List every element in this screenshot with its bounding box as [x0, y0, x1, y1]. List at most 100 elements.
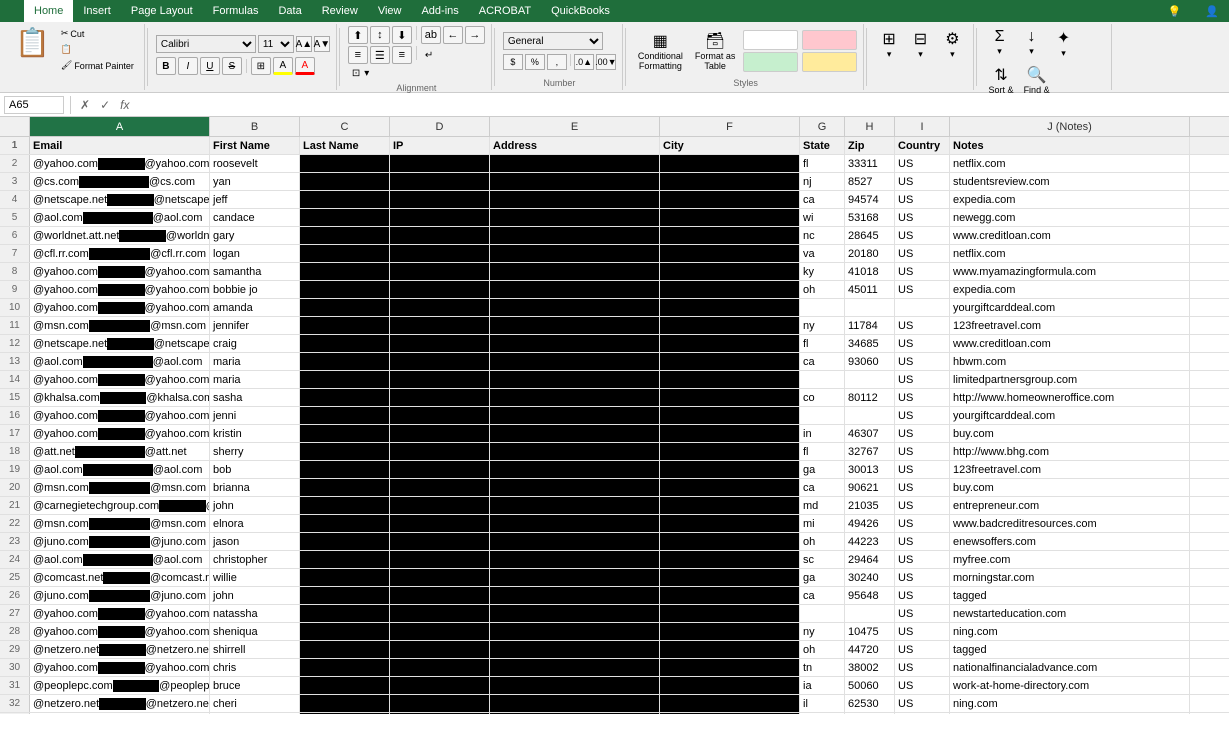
- cell[interactable]: 45011: [845, 281, 895, 298]
- cell[interactable]: [490, 173, 660, 190]
- cell[interactable]: ny: [800, 317, 845, 334]
- cell[interactable]: [300, 515, 390, 532]
- cell[interactable]: US: [895, 389, 950, 406]
- cell[interactable]: [300, 497, 390, 514]
- cell[interactable]: [300, 353, 390, 370]
- menu-insert[interactable]: Insert: [73, 0, 121, 22]
- cell[interactable]: [660, 479, 800, 496]
- cell[interactable]: [490, 281, 660, 298]
- col-header-c[interactable]: C: [300, 117, 390, 136]
- cell[interactable]: [490, 713, 660, 714]
- cell[interactable]: US: [895, 227, 950, 244]
- table-row[interactable]: 30@yahoo.com■■■■■■■@yahoo.comchristn3800…: [0, 659, 1229, 677]
- cell[interactable]: [660, 497, 800, 514]
- cell[interactable]: john: [210, 497, 300, 514]
- cell[interactable]: [800, 605, 845, 622]
- cell[interactable]: jenni: [210, 407, 300, 424]
- cell[interactable]: craig: [210, 335, 300, 352]
- cell[interactable]: [660, 641, 800, 658]
- cell[interactable]: nc: [800, 713, 845, 714]
- cell[interactable]: jeff: [210, 191, 300, 208]
- cell[interactable]: www.myamazingformula.com: [950, 263, 1190, 280]
- cell[interactable]: [490, 641, 660, 658]
- cell[interactable]: www.creditloan.com: [950, 227, 1190, 244]
- cell[interactable]: US: [895, 155, 950, 172]
- cell[interactable]: sheniqua: [210, 623, 300, 640]
- cell[interactable]: [490, 533, 660, 550]
- cell[interactable]: [300, 245, 390, 262]
- cell[interactable]: amanda: [210, 299, 300, 316]
- table-row[interactable]: 21@carnegietechgroup.com■■■■■■■@carnegie…: [0, 497, 1229, 515]
- cell[interactable]: bruce: [210, 677, 300, 694]
- cell[interactable]: bob: [210, 461, 300, 478]
- merge-center-button[interactable]: ⊡ ▾: [348, 66, 373, 81]
- menu-data[interactable]: Data: [268, 0, 311, 22]
- cell[interactable]: [390, 245, 490, 262]
- text-direction-button[interactable]: ab: [421, 26, 441, 44]
- cell[interactable]: 93060: [845, 353, 895, 370]
- cell[interactable]: [390, 317, 490, 334]
- table-row[interactable]: 9@yahoo.com■■■■■■■@yahoo.combobbie jooh4…: [0, 281, 1229, 299]
- style-normal-button[interactable]: [743, 30, 798, 50]
- align-middle-button[interactable]: ↕: [370, 26, 390, 44]
- cell[interactable]: 123freetravel.com: [950, 461, 1190, 478]
- cell[interactable]: [490, 263, 660, 280]
- table-row[interactable]: 33@aol.com■■■■■■■@aol.comtanishianc28806…: [0, 713, 1229, 714]
- cell[interactable]: [300, 461, 390, 478]
- col-header-j[interactable]: J (Notes): [950, 117, 1190, 136]
- cell[interactable]: US: [895, 587, 950, 604]
- conditional-formatting-button[interactable]: ▦ ConditionalFormatting: [634, 29, 687, 73]
- wrap-text-button[interactable]: ↵: [421, 46, 439, 64]
- cell[interactable]: US: [895, 551, 950, 568]
- table-row[interactable]: 17@yahoo.com■■■■■■■@yahoo.comkristinin46…: [0, 425, 1229, 443]
- cell[interactable]: [660, 299, 800, 316]
- cell[interactable]: maria: [210, 353, 300, 370]
- cell[interactable]: studentdoc.com: [950, 713, 1190, 714]
- cell[interactable]: [300, 317, 390, 334]
- cell[interactable]: [390, 389, 490, 406]
- cell[interactable]: enewsoffers.com: [950, 533, 1190, 550]
- cell[interactable]: [300, 659, 390, 676]
- cell[interactable]: @aol.com■■■■■■■@aol.com: [30, 353, 210, 370]
- cell[interactable]: [300, 587, 390, 604]
- cell[interactable]: US: [895, 335, 950, 352]
- cell[interactable]: [390, 353, 490, 370]
- cell[interactable]: [660, 155, 800, 172]
- align-center-button[interactable]: ☰: [370, 46, 390, 64]
- cell[interactable]: 94574: [845, 191, 895, 208]
- menu-user[interactable]: 👤: [1195, 5, 1229, 18]
- cell[interactable]: samantha: [210, 263, 300, 280]
- cell[interactable]: US: [895, 695, 950, 712]
- cell[interactable]: First Name: [210, 137, 300, 154]
- cell[interactable]: [660, 461, 800, 478]
- cell[interactable]: sasha: [210, 389, 300, 406]
- cell[interactable]: [660, 533, 800, 550]
- cell[interactable]: willie: [210, 569, 300, 586]
- font-color-button[interactable]: A: [295, 57, 315, 75]
- table-row[interactable]: 14@yahoo.com■■■■■■■@yahoo.commariaUSlimi…: [0, 371, 1229, 389]
- cell[interactable]: [390, 713, 490, 714]
- align-right-button[interactable]: ≡: [392, 46, 412, 64]
- cell[interactable]: [490, 605, 660, 622]
- cell[interactable]: jason: [210, 533, 300, 550]
- cell[interactable]: US: [895, 533, 950, 550]
- cell[interactable]: ca: [800, 191, 845, 208]
- cell[interactable]: [490, 191, 660, 208]
- format-table-button[interactable]: 🗃 Format asTable: [691, 29, 740, 73]
- cell[interactable]: @netzero.net■■■■■■■@netzero.net: [30, 641, 210, 658]
- strikethrough-button[interactable]: S: [222, 57, 242, 75]
- table-row[interactable]: 1EmailFirst NameLast NameIPAddressCitySt…: [0, 137, 1229, 155]
- cell[interactable]: US: [895, 515, 950, 532]
- cell[interactable]: [390, 263, 490, 280]
- cell-reference-box[interactable]: [4, 96, 64, 114]
- cell[interactable]: 38002: [845, 659, 895, 676]
- cell[interactable]: [845, 407, 895, 424]
- cell[interactable]: ky: [800, 263, 845, 280]
- cell[interactable]: US: [895, 407, 950, 424]
- menu-tell[interactable]: 💡: [1158, 5, 1196, 18]
- indent-increase-button[interactable]: →: [465, 26, 485, 44]
- cell[interactable]: [390, 515, 490, 532]
- table-row[interactable]: 29@netzero.net■■■■■■■@netzero.netshirrel…: [0, 641, 1229, 659]
- cell[interactable]: wi: [800, 209, 845, 226]
- cell[interactable]: 49426: [845, 515, 895, 532]
